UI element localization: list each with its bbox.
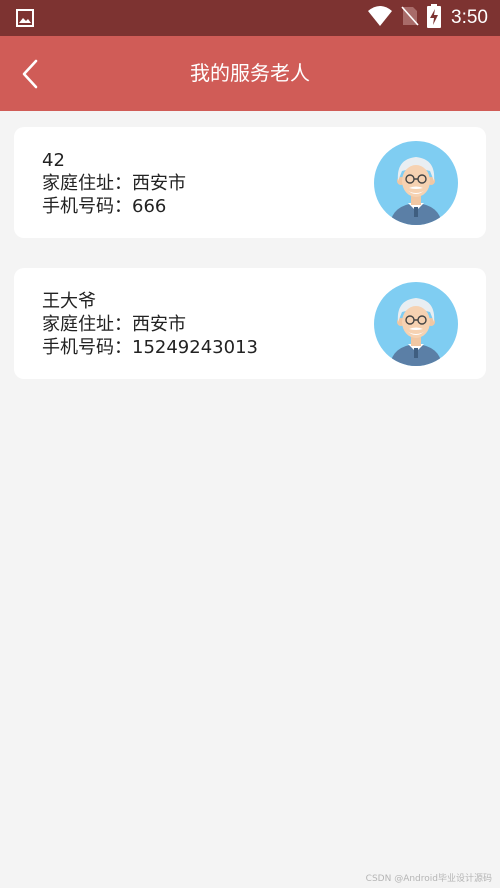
elder-name: 王大爷	[42, 291, 96, 312]
elder-phone: 手机号码：15249243013	[42, 337, 258, 358]
elder-info: 王大爷 家庭住址：西安市 手机号码：15249243013	[42, 290, 258, 359]
page-title: 我的服务老人	[190, 61, 310, 85]
elder-card[interactable]: 王大爷 家庭住址：西安市 手机号码：15249243013	[14, 268, 486, 379]
elder-address: 家庭住址：西安市	[42, 173, 186, 194]
no-sim-icon	[401, 5, 419, 31]
app-bar: 我的服务老人	[0, 36, 500, 111]
elder-name: 42	[42, 150, 65, 171]
elder-address: 家庭住址：西安市	[42, 314, 186, 335]
elder-card[interactable]: 42 家庭住址：西安市 手机号码：666	[14, 127, 486, 238]
clock-time: 3:50	[451, 7, 488, 28]
elderly-man-avatar	[374, 141, 458, 225]
status-bar: 3:50	[0, 0, 500, 36]
watermark: CSDN @Android毕业设计源码	[365, 874, 492, 884]
wifi-icon	[367, 5, 393, 31]
battery-charging-icon	[427, 4, 442, 32]
elder-phone: 手机号码：666	[42, 196, 167, 217]
gallery-icon	[16, 9, 34, 31]
elder-info: 42 家庭住址：西安市 手机号码：666	[42, 149, 186, 218]
elderly-man-avatar	[374, 282, 458, 366]
